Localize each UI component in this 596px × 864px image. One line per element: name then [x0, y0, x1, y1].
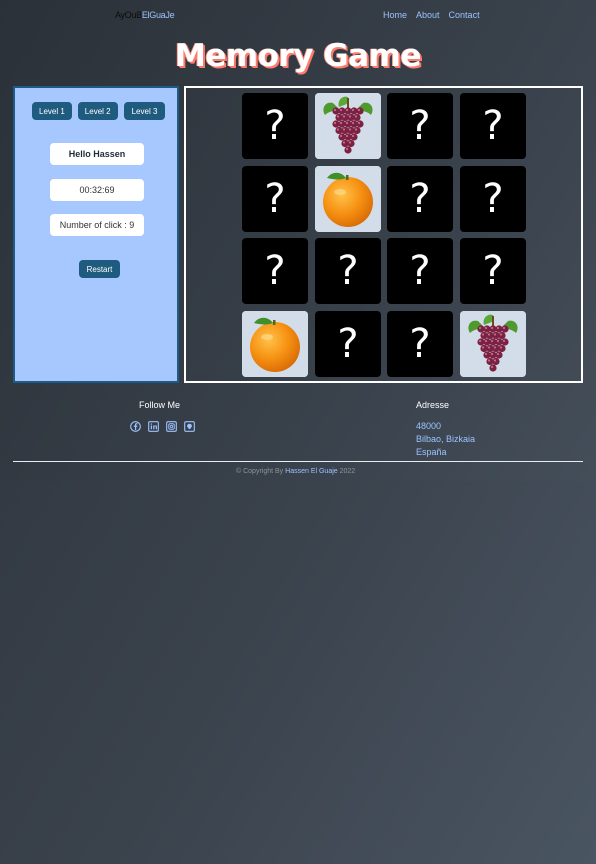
github-icon[interactable] — [184, 419, 195, 432]
level-2-button[interactable]: Level 2 — [77, 102, 118, 120]
player-greeting: Hello Hassen — [50, 143, 144, 165]
game-timer: 00:32:69 — [50, 179, 144, 201]
click-counter: Number of click : 9 — [50, 214, 144, 236]
control-panel: Level 1 Level 2 Level 3 Hello Hassen 00:… — [13, 86, 179, 383]
memory-card-hidden[interactable]: ? — [460, 93, 526, 159]
brand-logo[interactable]: AyOuBElGuaJe — [115, 10, 175, 20]
memory-card-grapes[interactable] — [460, 311, 526, 377]
facebook-icon[interactable] — [130, 419, 141, 432]
question-mark-icon: ? — [409, 103, 431, 149]
address-title: Adresse — [416, 400, 450, 410]
memory-card-hidden[interactable]: ? — [387, 93, 453, 159]
copyright-year: 2022 — [339, 468, 356, 475]
memory-card-hidden[interactable]: ? — [387, 166, 453, 232]
memory-card-hidden[interactable]: ? — [242, 166, 308, 232]
linkedin-icon[interactable] — [148, 419, 159, 432]
memory-card-hidden[interactable]: ? — [387, 311, 453, 377]
restart-button[interactable]: Restart — [79, 260, 120, 278]
question-mark-icon: ? — [264, 103, 286, 149]
memory-card-grapes[interactable] — [315, 93, 381, 159]
memory-card-orange[interactable] — [315, 166, 381, 232]
address-block: 48000 Bilbao, Bizkaia España — [416, 420, 475, 459]
question-mark-icon: ? — [409, 321, 431, 367]
address-postcode: 48000 — [416, 421, 442, 431]
memory-card-hidden[interactable]: ? — [242, 93, 308, 159]
memory-card-hidden[interactable]: ? — [387, 238, 453, 304]
question-mark-icon: ? — [337, 321, 359, 367]
address-city: Bilbao, Bizkaia — [416, 434, 476, 444]
brand-part-2: ElGuaJe — [141, 10, 175, 20]
level-buttons: Level 1 Level 2 Level 3 — [32, 102, 166, 120]
copyright-prefix: © Copyright By — [236, 468, 284, 475]
memory-card-hidden[interactable]: ? — [315, 311, 381, 377]
memory-card-orange[interactable] — [242, 311, 308, 377]
question-mark-icon: ? — [264, 176, 286, 222]
address-country: España — [416, 447, 447, 457]
memory-card-hidden[interactable]: ? — [315, 238, 381, 304]
instagram-icon[interactable] — [166, 419, 177, 432]
level-3-button[interactable]: Level 3 — [123, 102, 166, 120]
memory-card-hidden[interactable]: ? — [460, 238, 526, 304]
brand-part-1: AyOuB — [115, 10, 142, 20]
copyright: © Copyright By Hassen El Guaje 2022 — [236, 468, 355, 475]
follow-title: Follow Me — [139, 400, 181, 410]
page-title: Memory Game — [175, 38, 421, 74]
question-mark-icon: ? — [264, 248, 286, 294]
level-1-button[interactable]: Level 1 — [32, 102, 72, 120]
main-nav: Home About Contact — [383, 10, 480, 20]
question-mark-icon: ? — [482, 103, 504, 149]
question-mark-icon: ? — [337, 248, 359, 294]
memory-card-hidden[interactable]: ? — [242, 238, 308, 304]
nav-link-about[interactable]: About — [416, 10, 440, 20]
game-board: ? ? ? ? ? ? ? ? ? ? ? ? — [184, 86, 583, 383]
question-mark-icon: ? — [482, 248, 504, 294]
memory-card-hidden[interactable]: ? — [460, 166, 526, 232]
nav-link-home[interactable]: Home — [383, 10, 407, 20]
social-links — [130, 419, 195, 432]
question-mark-icon: ? — [409, 176, 431, 222]
footer-divider — [13, 461, 583, 462]
question-mark-icon: ? — [409, 248, 431, 294]
copyright-author-link[interactable]: Hassen El Guaje — [285, 468, 338, 475]
nav-link-contact[interactable]: Contact — [449, 10, 480, 20]
question-mark-icon: ? — [482, 176, 504, 222]
